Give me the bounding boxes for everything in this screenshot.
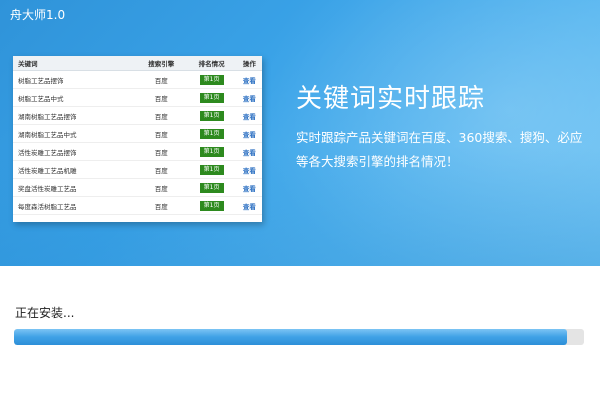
rank-badge: 第1页	[199, 200, 224, 211]
row-keyword: 活性炭雕工艺品摆饰	[13, 142, 137, 161]
rank-badge: 第1页	[199, 110, 224, 121]
row-keyword: 每度森活树脂工艺品	[13, 196, 137, 215]
install-status-text: 正在安装...	[15, 306, 75, 320]
rank-badge: 第1页	[199, 128, 224, 139]
table-row: 奖盘活性炭雕工艺品 百度 第1页 查看	[13, 178, 262, 197]
row-engine: 百度	[136, 106, 187, 125]
promo-description: 实时跟踪产品关键词在百度、360搜索、搜狗、必应等各大搜索引擎的排名情况！	[296, 130, 583, 169]
install-progress-bar	[14, 329, 584, 345]
header-rank: 排名情况	[186, 56, 237, 71]
rank-badge: 第1页	[199, 164, 224, 175]
row-keyword: 湖南树脂工艺品中式	[13, 124, 137, 143]
table-row: 每度森活树脂工艺品 百度 第1页 查看	[13, 196, 262, 215]
view-link: 查看	[242, 76, 256, 85]
row-keyword: 活性炭雕工艺品机雕	[13, 160, 137, 179]
window-title: 舟大师1.0	[10, 8, 66, 22]
row-engine: 百度	[136, 160, 187, 179]
table-header-row: 关键词 搜索引擎 排名情况 操作	[13, 56, 262, 71]
row-engine: 百度	[136, 70, 187, 89]
table-row: 湖南树脂工艺品摆饰 百度 第1页 查看	[13, 106, 262, 125]
view-link: 查看	[242, 148, 256, 157]
rank-badge: 第1页	[199, 92, 224, 103]
row-engine: 百度	[136, 178, 187, 197]
install-progress-fill	[14, 329, 567, 345]
view-link: 查看	[242, 94, 256, 103]
header-action: 操作	[236, 56, 262, 71]
row-keyword: 湖南树脂工艺品摆饰	[13, 106, 137, 125]
table-row: 活性炭雕工艺品摆饰 百度 第1页 查看	[13, 142, 262, 161]
table-row: 活性炭雕工艺品机雕 百度 第1页 查看	[13, 160, 262, 179]
row-engine: 百度	[136, 196, 187, 215]
view-link: 查看	[242, 112, 256, 121]
feature-preview-card: 关键词 搜索引擎 排名情况 操作 树脂工艺品摆饰 百度 第1页 查看 树脂工艺品…	[13, 56, 262, 222]
rank-badge: 第1页	[199, 146, 224, 157]
promo-banner: 舟大师1.0 关键词 搜索引擎 排名情况 操作 树脂工艺品摆饰 百度 第1页 查…	[0, 0, 600, 266]
row-engine: 百度	[136, 142, 187, 161]
row-keyword: 树脂工艺品中式	[13, 88, 137, 107]
promo-headline: 关键词实时跟踪	[296, 84, 486, 114]
keyword-rank-table: 关键词 搜索引擎 排名情况 操作 树脂工艺品摆饰 百度 第1页 查看 树脂工艺品…	[13, 56, 262, 215]
view-link: 查看	[242, 166, 256, 175]
rank-badge: 第1页	[199, 74, 224, 85]
view-link: 查看	[242, 202, 256, 211]
header-engine: 搜索引擎	[136, 56, 187, 71]
view-link: 查看	[242, 130, 256, 139]
header-keyword: 关键词	[13, 56, 137, 71]
row-keyword: 树脂工艺品摆饰	[13, 70, 137, 89]
table-row: 树脂工艺品摆饰 百度 第1页 查看	[13, 70, 262, 89]
table-row: 树脂工艺品中式 百度 第1页 查看	[13, 88, 262, 107]
row-keyword: 奖盘活性炭雕工艺品	[13, 178, 137, 197]
row-engine: 百度	[136, 88, 187, 107]
rank-badge: 第1页	[199, 182, 224, 193]
row-engine: 百度	[136, 124, 187, 143]
table-row: 湖南树脂工艺品中式 百度 第1页 查看	[13, 124, 262, 143]
view-link: 查看	[242, 184, 256, 193]
